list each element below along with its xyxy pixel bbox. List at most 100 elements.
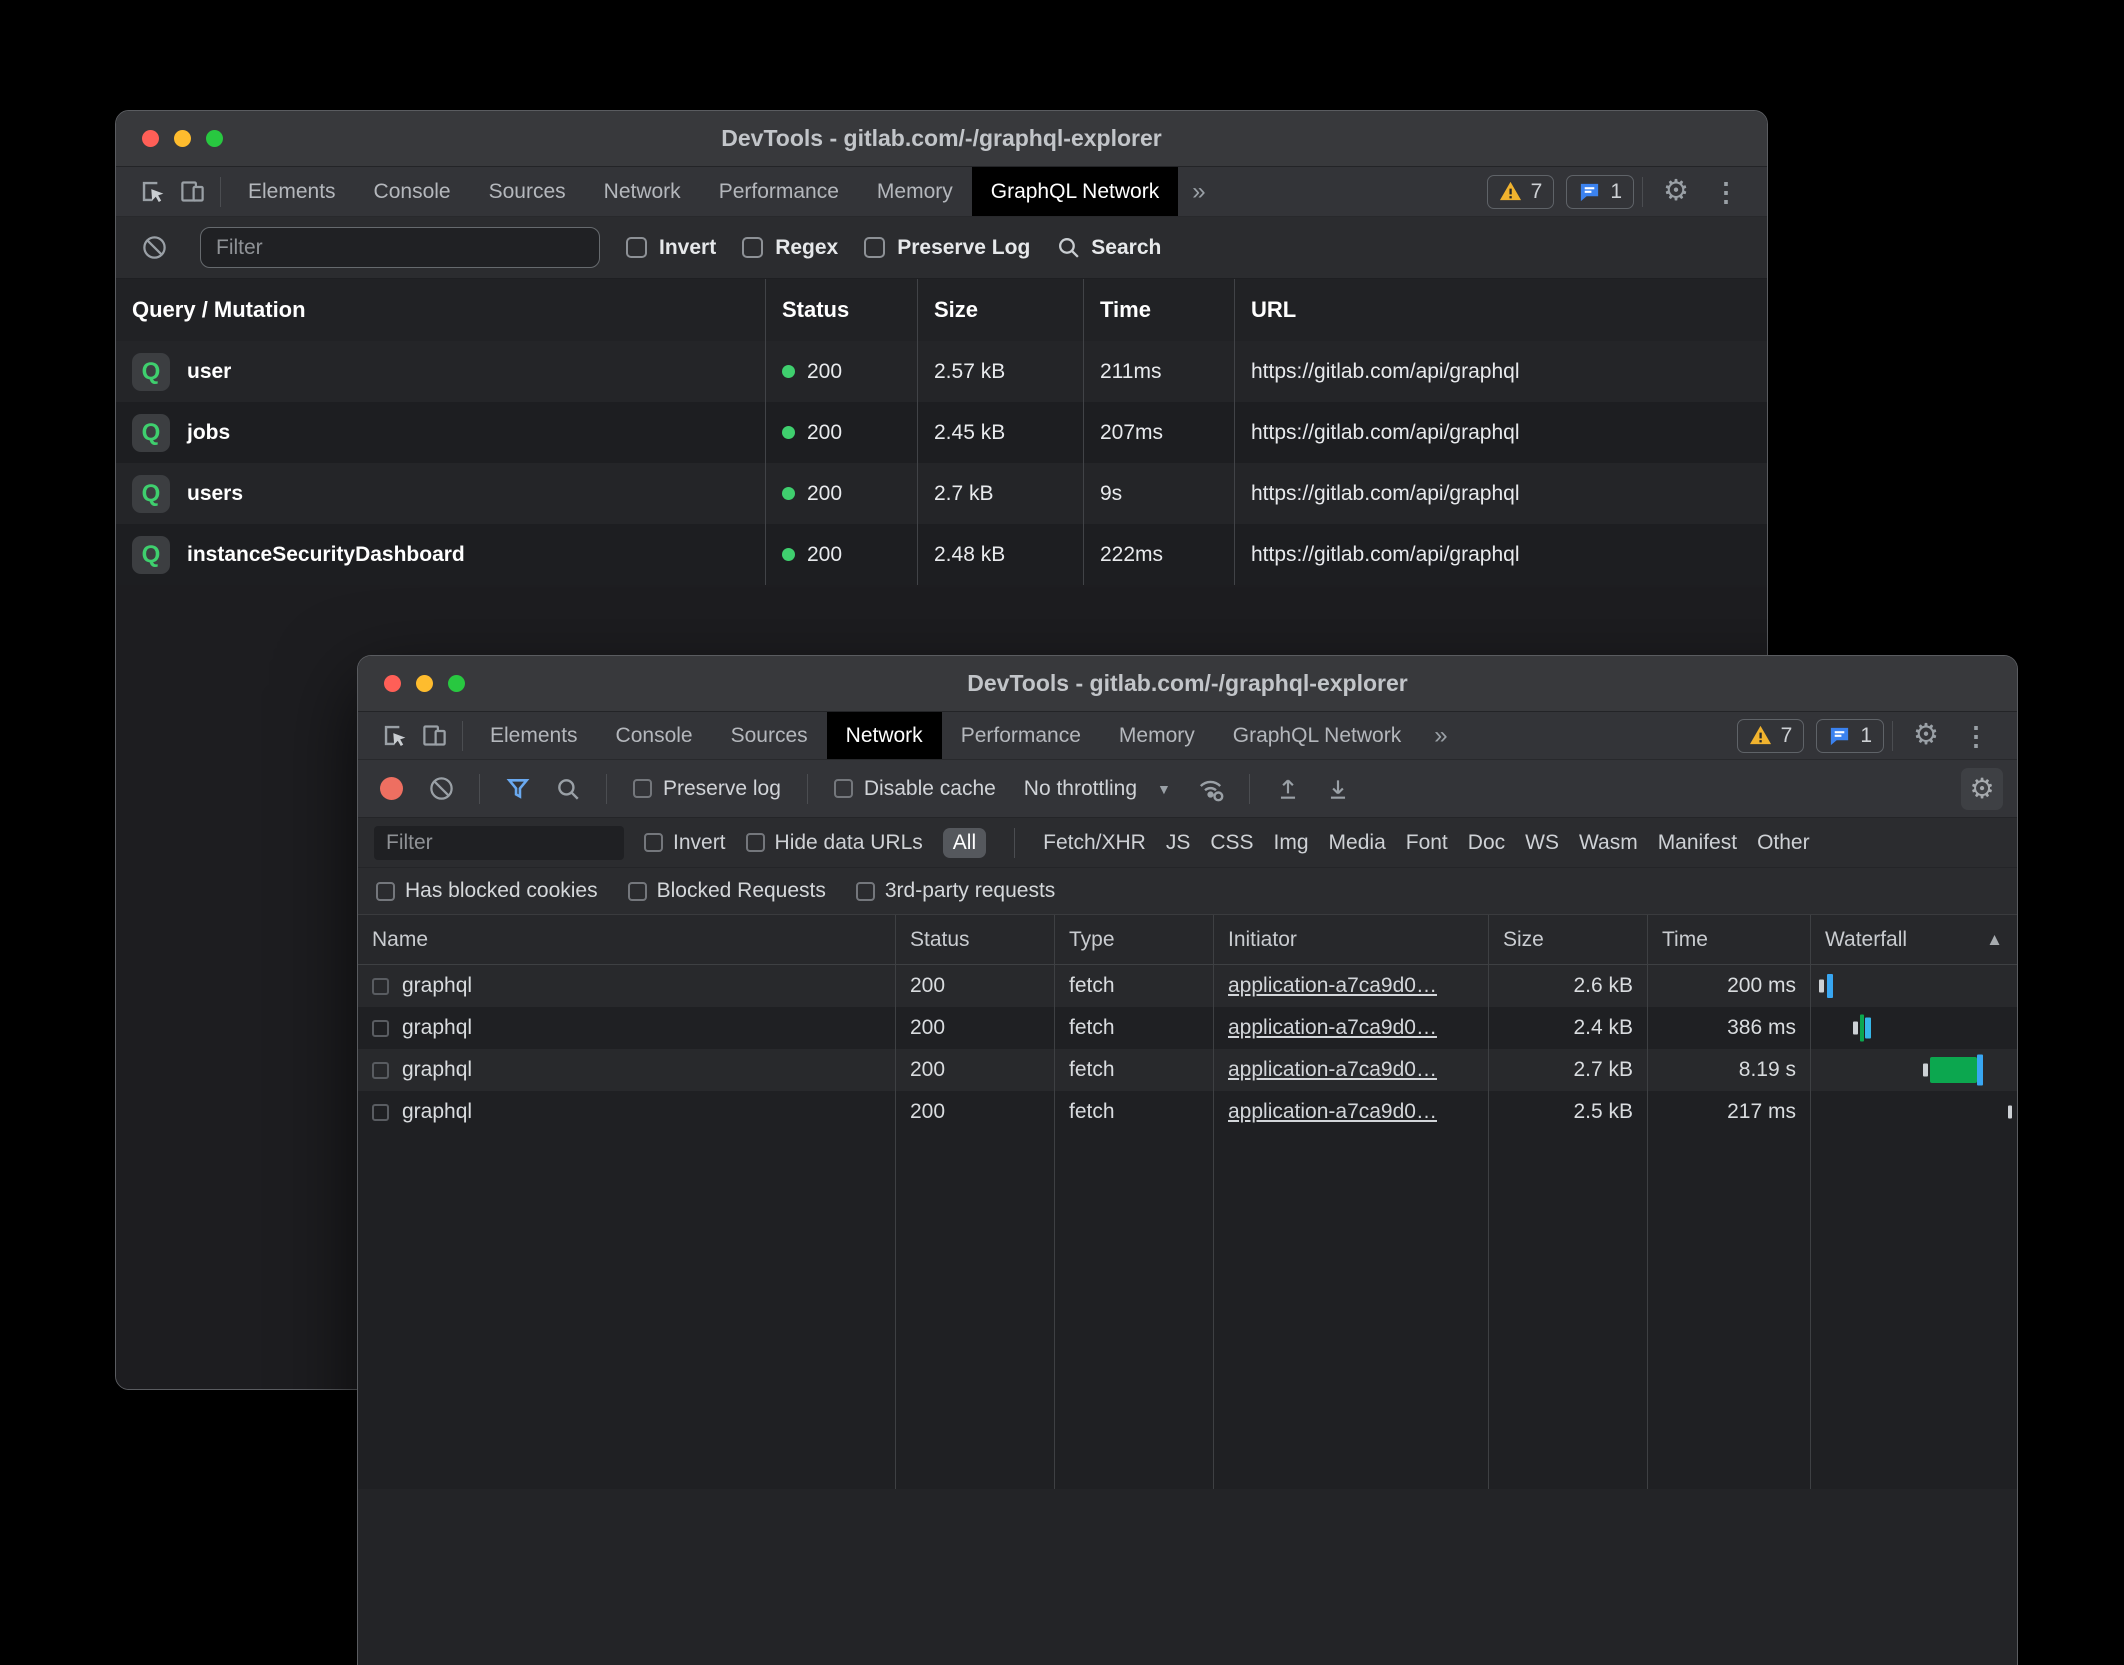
initiator-link[interactable]: application-a7ca9d0… [1228, 1016, 1437, 1040]
minimize-window-button[interactable] [416, 675, 433, 692]
zoom-window-button[interactable] [206, 130, 223, 147]
filter-funnel-icon[interactable] [498, 770, 538, 808]
table-row[interactable]: graphql 200 fetch application-a7ca9d0… 2… [358, 1091, 2017, 1133]
column-header-size[interactable]: Size [918, 279, 1084, 341]
tab-console[interactable]: Console [355, 167, 470, 216]
close-window-button[interactable] [384, 675, 401, 692]
row-checkbox[interactable] [372, 978, 389, 995]
type-filter-manifest[interactable]: Manifest [1658, 831, 1737, 855]
tab-sources[interactable]: Sources [712, 712, 827, 759]
blocked-requests-checkbox[interactable] [628, 882, 647, 901]
inspect-element-icon[interactable] [374, 717, 414, 755]
inspect-element-icon[interactable] [132, 173, 172, 211]
column-header-time[interactable]: Time [1648, 915, 1811, 965]
type-filter-js[interactable]: JS [1166, 831, 1191, 855]
column-header-url[interactable]: URL [1235, 279, 1767, 341]
close-window-button[interactable] [142, 130, 159, 147]
kebab-menu-icon[interactable]: ⋮ [1701, 179, 1751, 205]
tab-sources[interactable]: Sources [470, 167, 585, 216]
initiator-link[interactable]: application-a7ca9d0… [1228, 974, 1437, 998]
preserve-log-checkbox[interactable] [864, 237, 885, 258]
settings-gear-icon[interactable]: ⚙ [1651, 177, 1701, 206]
invert-checkbox[interactable] [644, 833, 663, 852]
search-control[interactable]: Search [1056, 235, 1161, 260]
hide-data-urls-label: Hide data URLs [775, 831, 923, 855]
type-filter-doc[interactable]: Doc [1468, 831, 1505, 855]
tab-memory[interactable]: Memory [1100, 712, 1214, 759]
search-icon[interactable] [548, 770, 588, 808]
column-header-name[interactable]: Name [358, 915, 896, 965]
row-checkbox[interactable] [372, 1104, 389, 1121]
table-row[interactable]: graphql 200 fetch application-a7ca9d0… 2… [358, 1007, 2017, 1049]
regex-checkbox[interactable] [742, 237, 763, 258]
type-filter-other[interactable]: Other [1757, 831, 1810, 855]
throttling-dropdown[interactable]: No throttling ▼ [1014, 777, 1181, 801]
column-header-status[interactable]: Status [766, 279, 918, 341]
type-filter-css[interactable]: CSS [1210, 831, 1253, 855]
zoom-window-button[interactable] [448, 675, 465, 692]
type-filter-media[interactable]: Media [1329, 831, 1386, 855]
type-filter-img[interactable]: Img [1274, 831, 1309, 855]
disable-cache-checkbox[interactable] [834, 779, 853, 798]
hide-data-urls-checkbox[interactable] [746, 833, 765, 852]
network-filter-input[interactable] [374, 826, 624, 860]
initiator-link[interactable]: application-a7ca9d0… [1228, 1058, 1437, 1082]
issues-badge[interactable]: 1 [1816, 719, 1884, 753]
preserve-log-checkbox[interactable] [633, 779, 652, 798]
type-filter-all[interactable]: All [943, 828, 986, 858]
type-filter-fetch-xhr[interactable]: Fetch/XHR [1043, 831, 1146, 855]
table-row[interactable]: Q jobs 200 2.45 kB 207ms https://gitlab.… [116, 402, 1767, 463]
more-tabs-icon[interactable]: » [1178, 178, 1219, 206]
settings-gear-icon[interactable]: ⚙ [1901, 721, 1951, 750]
tab-performance[interactable]: Performance [942, 712, 1100, 759]
row-checkbox[interactable] [372, 1062, 389, 1079]
clear-icon[interactable] [134, 229, 174, 267]
table-row[interactable]: graphql 200 fetch application-a7ca9d0… 2… [358, 1049, 2017, 1091]
tab-graphql-network[interactable]: GraphQL Network [1214, 712, 1420, 759]
import-har-icon[interactable] [1268, 770, 1308, 808]
tab-console[interactable]: Console [597, 712, 712, 759]
record-button[interactable] [380, 777, 403, 800]
tab-network[interactable]: Network [585, 167, 700, 216]
tab-graphql-network[interactable]: GraphQL Network [972, 167, 1178, 216]
table-row[interactable]: graphql 200 fetch application-a7ca9d0… 2… [358, 965, 2017, 1007]
filter-input[interactable] [200, 227, 600, 268]
network-conditions-icon[interactable] [1191, 770, 1231, 808]
column-header-query-mutation[interactable]: Query / Mutation [116, 279, 766, 341]
type-filter-font[interactable]: Font [1406, 831, 1448, 855]
warnings-badge[interactable]: 7 [1737, 719, 1805, 753]
type-filter-wasm[interactable]: Wasm [1579, 831, 1638, 855]
tab-network[interactable]: Network [827, 712, 942, 759]
row-checkbox[interactable] [372, 1020, 389, 1037]
type-filter-ws[interactable]: WS [1525, 831, 1559, 855]
clear-icon[interactable] [421, 770, 461, 808]
export-har-icon[interactable] [1318, 770, 1358, 808]
network-settings-gear-icon[interactable]: ⚙ [1961, 768, 2003, 810]
column-header-status[interactable]: Status [896, 915, 1055, 965]
column-header-size[interactable]: Size [1489, 915, 1648, 965]
has-blocked-cookies-checkbox[interactable] [376, 882, 395, 901]
column-header-time[interactable]: Time [1084, 279, 1235, 341]
tab-elements[interactable]: Elements [471, 712, 597, 759]
type-cell: fetch [1055, 1049, 1214, 1091]
table-row[interactable]: Q user 200 2.57 kB 211ms https://gitlab.… [116, 341, 1767, 402]
tab-memory[interactable]: Memory [858, 167, 972, 216]
device-toolbar-icon[interactable] [414, 717, 454, 755]
waterfall-label: Waterfall [1825, 928, 1907, 952]
invert-checkbox[interactable] [626, 237, 647, 258]
more-tabs-icon[interactable]: » [1420, 722, 1461, 750]
issues-badge[interactable]: 1 [1566, 175, 1634, 209]
table-row[interactable]: Q users 200 2.7 kB 9s https://gitlab.com… [116, 463, 1767, 524]
table-row[interactable]: Q instanceSecurityDashboard 200 2.48 kB … [116, 524, 1767, 585]
initiator-link[interactable]: application-a7ca9d0… [1228, 1100, 1437, 1124]
column-header-type[interactable]: Type [1055, 915, 1214, 965]
tab-performance[interactable]: Performance [700, 167, 858, 216]
warnings-badge[interactable]: 7 [1487, 175, 1555, 209]
tab-elements[interactable]: Elements [229, 167, 355, 216]
device-toolbar-icon[interactable] [172, 173, 212, 211]
minimize-window-button[interactable] [174, 130, 191, 147]
kebab-menu-icon[interactable]: ⋮ [1951, 723, 2001, 749]
column-header-waterfall[interactable]: Waterfall ▲ [1811, 915, 2017, 965]
column-header-initiator[interactable]: Initiator [1214, 915, 1489, 965]
third-party-requests-checkbox[interactable] [856, 882, 875, 901]
